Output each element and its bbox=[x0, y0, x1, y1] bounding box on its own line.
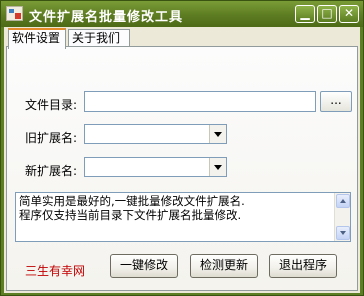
directory-input[interactable] bbox=[84, 91, 316, 112]
check-update-button[interactable]: 检测更新 bbox=[190, 254, 258, 278]
old-extension-label: 旧扩展名: bbox=[25, 131, 78, 145]
window-title: 文件扩展名批量修改工具 bbox=[29, 10, 184, 25]
maximize-button[interactable]: □ bbox=[317, 5, 337, 23]
new-extension-label: 新扩展名: bbox=[25, 164, 78, 178]
client-area: 软件设置 关于我们 文件目录: ... 旧扩展名: 新扩展名: 简单实用是最好的… bbox=[4, 27, 360, 293]
website-link[interactable]: 三生有幸网 bbox=[25, 262, 85, 279]
run-button[interactable]: 一键修改 bbox=[110, 254, 178, 278]
exit-button[interactable]: 退出程序 bbox=[269, 254, 337, 278]
directory-label: 文件目录: bbox=[25, 98, 78, 112]
new-extension-select[interactable] bbox=[84, 157, 227, 177]
browse-button[interactable]: ... bbox=[320, 91, 352, 112]
description-memo[interactable]: 简单实用是最好的,一键批量修改文件扩展名. 程序仅支持当前目录下文件扩展名批量修… bbox=[15, 192, 351, 242]
chevron-down-icon[interactable] bbox=[209, 158, 226, 176]
settings-panel: 文件目录: ... 旧扩展名: 新扩展名: 简单实用是最好的,一键批量修改文件扩… bbox=[6, 46, 358, 291]
tab-settings[interactable]: 软件设置 bbox=[8, 28, 66, 49]
arrow-down-icon[interactable] bbox=[336, 226, 350, 240]
memo-scrollbar[interactable] bbox=[334, 193, 350, 241]
memo-line: 程序仅支持当前目录下文件扩展名批量修改. bbox=[19, 208, 242, 222]
arrow-up-icon[interactable] bbox=[336, 194, 350, 208]
app-icon bbox=[6, 6, 23, 21]
title-bar[interactable]: 文件扩展名批量修改工具 ▁ □ ✕ bbox=[1, 1, 363, 27]
app-window: 文件扩展名批量修改工具 ▁ □ ✕ 软件设置 关于我们 文件目录: ... 旧扩… bbox=[0, 0, 364, 296]
minimize-button[interactable]: ▁ bbox=[295, 5, 315, 23]
chevron-down-icon[interactable] bbox=[209, 125, 226, 143]
memo-line: 简单实用是最好的,一键批量修改文件扩展名. bbox=[19, 194, 245, 208]
old-extension-select[interactable] bbox=[84, 124, 227, 144]
close-button[interactable]: ✕ bbox=[339, 5, 359, 23]
memo-text: 简单实用是最好的,一键批量修改文件扩展名. 程序仅支持当前目录下文件扩展名批量修… bbox=[19, 194, 331, 222]
